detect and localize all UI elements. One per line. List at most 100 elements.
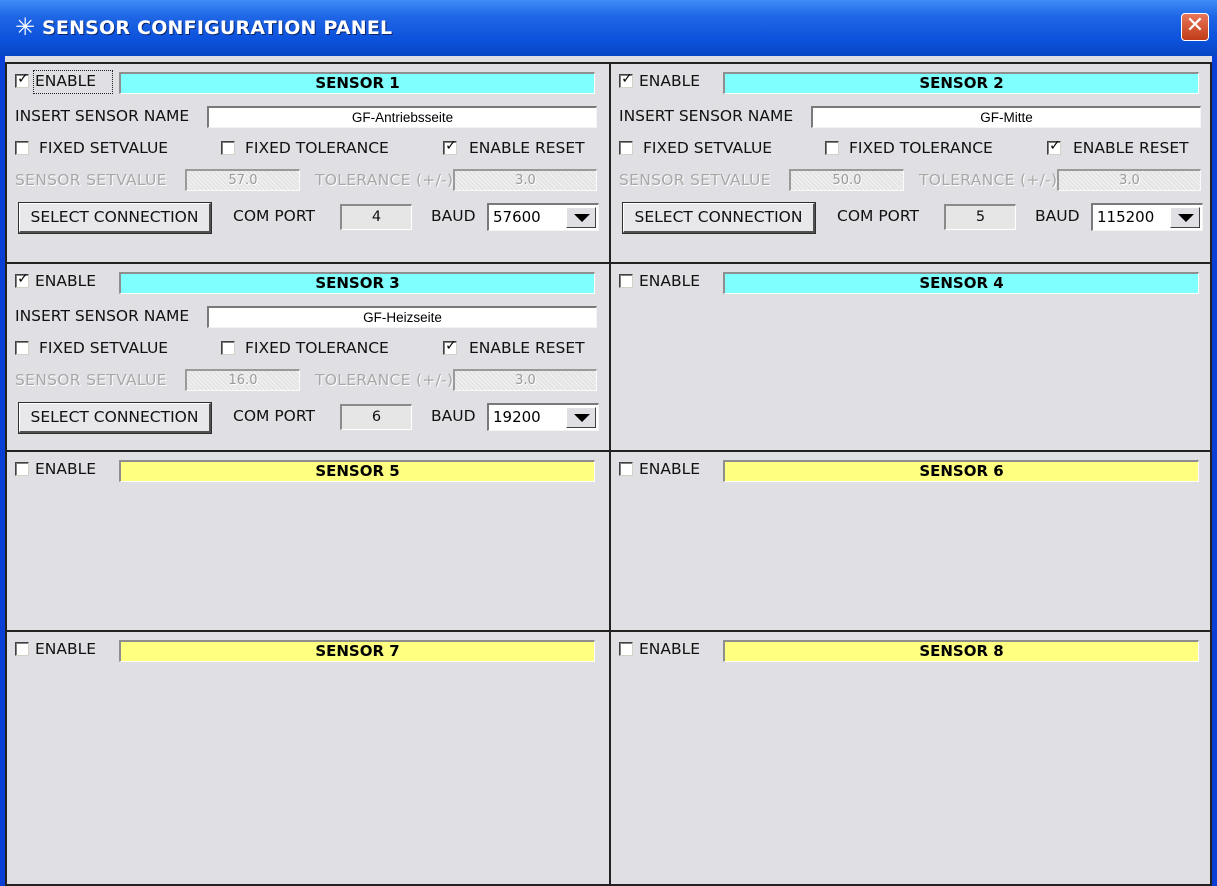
enable-label: ENABLE <box>35 460 97 478</box>
baud-label: BAUD <box>431 407 476 425</box>
enable-checkbox[interactable] <box>619 642 633 656</box>
select-connection-button[interactable]: SELECT CONNECTION <box>622 202 816 234</box>
sensor-title-banner: SENSOR 2 <box>723 72 1199 94</box>
setvalue-label: SENSOR SETVALUE <box>619 171 771 189</box>
enable-label: ENABLE <box>639 460 701 478</box>
client-area: ✓ ENABLE SENSOR 1 INSERT SENSOR NAME GF-Antr… <box>5 56 1212 886</box>
sensor-title-banner: SENSOR 1 <box>119 72 595 94</box>
chevron-down-icon[interactable] <box>566 407 596 428</box>
tolerance-input: 3.0 <box>453 169 597 191</box>
enable-checkbox[interactable] <box>15 642 29 656</box>
sensor-title-banner: SENSOR 5 <box>119 460 595 482</box>
baud-label: BAUD <box>431 207 476 225</box>
sparkle-icon: ✳ <box>14 13 36 41</box>
sensor-panel-3: ✓ ENABLE SENSOR 3 INSERT SENSOR NAME GF-Heiz… <box>5 262 611 452</box>
enable-checkbox[interactable]: ✓ <box>15 71 29 88</box>
chevron-down-icon[interactable] <box>1170 207 1200 228</box>
enable-label: ENABLE <box>35 272 97 290</box>
sensor-name-input[interactable]: GF-Mitte <box>811 106 1201 128</box>
sensor-title-banner: SENSOR 4 <box>723 272 1199 294</box>
sensor-title-banner: SENSOR 7 <box>119 640 595 662</box>
chevron-down-icon[interactable] <box>566 207 596 228</box>
setvalue-input: 16.0 <box>185 369 300 391</box>
fixed-tolerance-label: FIXED TOLERANCE <box>245 339 389 357</box>
insert-name-label: INSERT SENSOR NAME <box>15 107 190 125</box>
sensor-panel-6: ENABLE SENSOR 6 <box>609 450 1212 632</box>
sensor-panel-4: ENABLE SENSOR 4 <box>609 262 1212 452</box>
sensor-title-banner: SENSOR 3 <box>119 272 595 294</box>
enable-reset-checkbox[interactable]: ✓ <box>443 138 457 155</box>
fixed-tolerance-checkbox[interactable] <box>825 141 839 155</box>
enable-checkbox[interactable] <box>15 462 29 476</box>
check-icon: ✓ <box>17 71 29 87</box>
enable-checkbox[interactable]: ✓ <box>619 71 633 88</box>
sensor-name-input[interactable]: GF-Antriebsseite <box>207 106 597 128</box>
check-icon: ✓ <box>445 138 457 154</box>
enable-reset-checkbox[interactable]: ✓ <box>443 338 457 355</box>
sensor-panel-2: ✓ ENABLE SENSOR 2 INSERT SENSOR NAME GF-Mitt… <box>609 62 1212 264</box>
enable-label: ENABLE <box>639 72 701 90</box>
enable-label: ENABLE <box>639 272 701 290</box>
sensor-panel-1: ✓ ENABLE SENSOR 1 INSERT SENSOR NAME GF-Antr… <box>5 62 611 264</box>
baud-value: 115200 <box>1097 208 1155 226</box>
com-port-field: 6 <box>340 404 412 430</box>
sensor-title-banner: SENSOR 8 <box>723 640 1199 662</box>
com-port-field: 4 <box>340 204 412 230</box>
setvalue-label: SENSOR SETVALUE <box>15 171 167 189</box>
setvalue-input: 57.0 <box>185 169 300 191</box>
enable-label: ENABLE <box>35 640 97 658</box>
com-port-field: 5 <box>944 204 1016 230</box>
sensor-panel-7: ENABLE SENSOR 7 <box>5 630 611 886</box>
sensor-name-input[interactable]: GF-Heizseite <box>207 306 597 328</box>
baud-select[interactable]: 57600 <box>487 203 599 231</box>
check-icon: ✓ <box>445 338 457 354</box>
baud-select[interactable]: 19200 <box>487 403 599 431</box>
insert-name-label: INSERT SENSOR NAME <box>619 107 794 125</box>
check-icon: ✓ <box>17 271 29 287</box>
com-port-label: COM PORT <box>233 207 315 225</box>
check-icon: ✓ <box>1049 138 1061 154</box>
fixed-setvalue-checkbox[interactable] <box>15 141 29 155</box>
title-bar[interactable]: ✳ SENSOR CONFIGURATION PANEL ✕ <box>0 0 1217 56</box>
sensor-title-banner: SENSOR 6 <box>723 460 1199 482</box>
enable-label: ENABLE <box>639 640 701 658</box>
enable-checkbox[interactable]: ✓ <box>15 271 29 288</box>
fixed-setvalue-label: FIXED SETVALUE <box>643 139 773 157</box>
com-port-label: COM PORT <box>233 407 315 425</box>
sensor-panel-8: ENABLE SENSOR 8 <box>609 630 1212 886</box>
fixed-setvalue-checkbox[interactable] <box>619 141 633 155</box>
select-connection-button[interactable]: SELECT CONNECTION <box>18 402 212 434</box>
baud-value: 19200 <box>493 408 541 426</box>
sensor-panel-5: ENABLE SENSOR 5 <box>5 450 611 632</box>
window: ✳ SENSOR CONFIGURATION PANEL ✕ ✓ ENABLE SE… <box>0 0 1217 886</box>
insert-name-label: INSERT SENSOR NAME <box>15 307 190 325</box>
enable-reset-checkbox[interactable]: ✓ <box>1047 138 1061 155</box>
check-icon: ✓ <box>621 71 633 87</box>
com-port-label: COM PORT <box>837 207 919 225</box>
enable-checkbox[interactable] <box>619 274 633 288</box>
tolerance-input: 3.0 <box>453 369 597 391</box>
focus-outline <box>33 70 113 94</box>
tolerance-label: TOLERANCE (+/-) <box>315 171 454 189</box>
fixed-setvalue-checkbox[interactable] <box>15 341 29 355</box>
fixed-setvalue-label: FIXED SETVALUE <box>39 339 169 357</box>
enable-reset-label: ENABLE RESET <box>469 339 585 357</box>
window-title: SENSOR CONFIGURATION PANEL <box>42 17 393 39</box>
select-connection-button[interactable]: SELECT CONNECTION <box>18 202 212 234</box>
close-button[interactable]: ✕ <box>1181 13 1209 41</box>
fixed-tolerance-checkbox[interactable] <box>221 341 235 355</box>
baud-value: 57600 <box>493 208 541 226</box>
enable-reset-label: ENABLE RESET <box>1073 139 1189 157</box>
fixed-setvalue-label: FIXED SETVALUE <box>39 139 169 157</box>
fixed-tolerance-checkbox[interactable] <box>221 141 235 155</box>
fixed-tolerance-label: FIXED TOLERANCE <box>245 139 389 157</box>
baud-label: BAUD <box>1035 207 1080 225</box>
setvalue-label: SENSOR SETVALUE <box>15 371 167 389</box>
tolerance-input: 3.0 <box>1057 169 1201 191</box>
tolerance-label: TOLERANCE (+/-) <box>919 171 1058 189</box>
enable-reset-label: ENABLE RESET <box>469 139 585 157</box>
tolerance-label: TOLERANCE (+/-) <box>315 371 454 389</box>
setvalue-input: 50.0 <box>789 169 904 191</box>
enable-checkbox[interactable] <box>619 462 633 476</box>
baud-select[interactable]: 115200 <box>1091 203 1203 231</box>
